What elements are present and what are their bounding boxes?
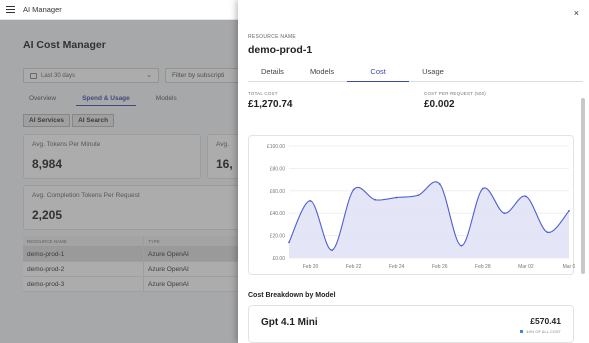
y-tick-label: £80.00	[270, 166, 286, 172]
model-cost-card[interactable]: Gpt 4.1 Mini £570.41 44% OF ALL COST	[248, 305, 574, 343]
model-cost-share: 44% OF ALL COST	[520, 329, 561, 334]
drawer-tabs: Details Models Cost Usage	[248, 64, 583, 82]
data-point	[288, 241, 290, 244]
resource-name: demo-prod-1	[248, 44, 313, 56]
app-name: AI Manager	[23, 5, 62, 14]
x-tick-label: Feb 26	[432, 264, 448, 270]
data-point	[460, 244, 463, 247]
data-point	[309, 199, 312, 202]
total-cost-metric: TOTAL COST £1,270.74	[248, 91, 293, 110]
modal-backdrop[interactable]	[0, 20, 238, 343]
y-tick-label: £20.00	[270, 234, 286, 240]
y-tick-label: £0.00	[272, 256, 285, 262]
data-point	[546, 231, 549, 234]
data-point	[374, 198, 377, 201]
cost-per-request-value: £0.002	[424, 99, 455, 110]
model-cost-share-text: 44% OF ALL COST	[526, 329, 561, 334]
x-tick-label: Feb 20	[303, 264, 319, 270]
cost-chart-card: £0.00 £20.00 £40.00 £60.00 £80.00 £100.00 Feb …	[248, 135, 576, 275]
tab-usage[interactable]: Usage	[409, 64, 457, 82]
total-cost-label: TOTAL COST	[248, 91, 278, 96]
data-point	[481, 187, 484, 190]
data-point	[525, 195, 527, 198]
tab-models[interactable]: Models	[297, 64, 347, 82]
total-cost-value: £1,270.74	[248, 99, 293, 110]
cost-per-request-metric: COST PER REQUEST (500) £0.002	[424, 91, 486, 110]
x-tick-label: Feb 22	[346, 264, 362, 270]
model-cost: £570.41	[530, 316, 561, 326]
data-point	[395, 196, 398, 199]
y-tick-label: £40.00	[270, 211, 286, 217]
menu-icon[interactable]	[6, 6, 15, 13]
data-point	[503, 212, 506, 215]
x-tick-label: Feb 24	[389, 264, 405, 270]
y-tick-label: £60.00	[270, 189, 286, 195]
data-point	[438, 183, 441, 185]
cost-per-request-label: COST PER REQUEST (500)	[424, 91, 486, 96]
cost-area-chart: £0.00 £20.00 £40.00 £60.00 £80.00 £100.00 Feb …	[267, 144, 576, 270]
resource-drawer: × RESOURCE NAME demo-prod-1 Details Mode…	[238, 0, 589, 343]
tab-cost[interactable]: Cost	[347, 64, 410, 82]
drawer-scrollbar[interactable]	[581, 98, 585, 274]
x-tick-label: Mar 0	[563, 264, 575, 270]
close-icon[interactable]: ×	[574, 8, 579, 18]
data-point	[417, 194, 420, 197]
model-name: Gpt 4.1 Mini	[261, 317, 318, 328]
tab-details[interactable]: Details	[248, 64, 297, 82]
cost-area-fill	[289, 181, 569, 258]
data-point	[331, 249, 333, 252]
data-point	[352, 188, 355, 191]
x-tick-label: Mar 02	[518, 264, 534, 270]
breakdown-title: Cost Breakdown by Model	[248, 292, 336, 299]
x-tick-label: Feb 28	[475, 264, 491, 270]
y-tick-label: £100.00	[267, 144, 285, 150]
data-point	[568, 210, 570, 212]
resource-name-label: RESOURCE NAME	[248, 34, 297, 40]
legend-dot-icon	[520, 330, 524, 333]
